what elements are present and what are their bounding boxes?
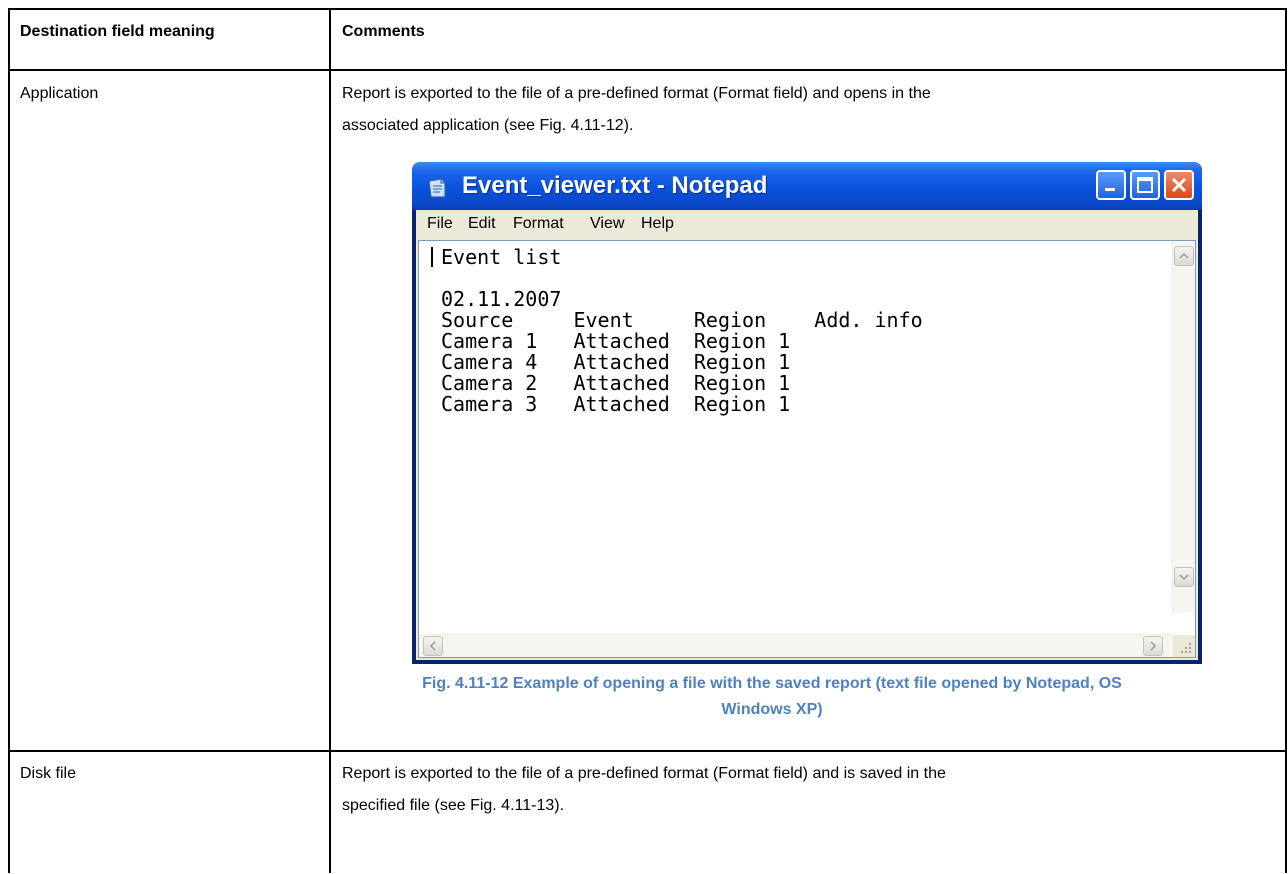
minimize-button[interactable] (1096, 170, 1126, 200)
notepad-window: Event_viewer.txt - Notepad File Edit For… (412, 162, 1202, 664)
row-comment-line: associated application (see Fig. 4.11-12… (342, 117, 634, 134)
notepad-content: Event list 02.11.2007 Source Event Regio… (441, 245, 923, 416)
vertical-scrollbar[interactable] (1172, 241, 1195, 613)
resize-grip-icon[interactable] (1173, 635, 1195, 657)
maximize-icon (1137, 177, 1153, 193)
row-comment-line: specified file (see Fig. 4.11-13). (342, 797, 565, 814)
text-editor[interactable]: Event list 02.11.2007 Source Event Regio… (418, 240, 1196, 658)
scroll-right-button[interactable] (1143, 636, 1163, 656)
row-comment-line: Report is exported to the file of a pre-… (342, 85, 931, 102)
caption-line: Fig. 4.11-12 Example of opening a file w… (422, 675, 1122, 692)
maximize-button[interactable] (1130, 170, 1160, 200)
row-destination-disk-file: Disk file (20, 765, 77, 782)
row-destination-application: Application (20, 85, 99, 102)
table-rule (329, 8, 331, 873)
table-rule (8, 8, 10, 873)
menu-view[interactable]: View (590, 210, 624, 238)
column-header-destination: Destination field meaning (20, 23, 215, 40)
notepad-title: Event_viewer.txt - Notepad (462, 172, 768, 199)
chevron-left-icon (429, 641, 436, 651)
row-comment-line: Report is exported to the file of a pre-… (342, 765, 946, 782)
chevron-right-icon (1150, 641, 1157, 651)
figure-caption: Fig. 4.11-12 Example of opening a file w… (342, 671, 1202, 723)
close-icon (1171, 177, 1187, 193)
minimize-icon (1105, 188, 1115, 191)
notepad-body: File Edit Format View Help Event list 02… (416, 210, 1198, 660)
menu-file[interactable]: File (427, 210, 453, 238)
scroll-down-button[interactable] (1174, 567, 1194, 587)
table-rule (8, 750, 1287, 752)
chevron-down-icon (1179, 574, 1189, 581)
text-caret (431, 247, 433, 267)
caption-line: Windows XP) (721, 701, 823, 718)
menu-help[interactable]: Help (641, 210, 674, 238)
scroll-up-button[interactable] (1174, 246, 1194, 266)
close-button[interactable] (1164, 170, 1194, 200)
menu-format[interactable]: Format (513, 210, 564, 238)
horizontal-scrollbar[interactable] (419, 634, 1173, 657)
menu-bar: File Edit Format View Help (416, 210, 1198, 238)
table-rule (8, 8, 1287, 10)
notepad-icon (426, 177, 448, 199)
notepad-titlebar[interactable]: Event_viewer.txt - Notepad (412, 162, 1202, 210)
table-rule (8, 69, 1287, 71)
menu-edit[interactable]: Edit (468, 210, 496, 238)
table-rule (1285, 8, 1287, 873)
column-header-comments: Comments (342, 23, 425, 40)
chevron-up-icon (1179, 252, 1189, 259)
scroll-left-button[interactable] (423, 636, 443, 656)
